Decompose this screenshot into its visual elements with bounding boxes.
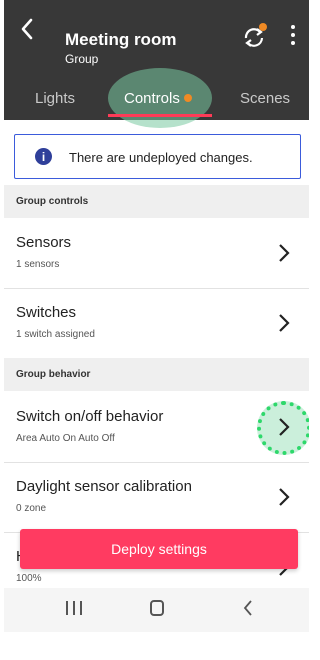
system-nav-bar	[4, 588, 309, 632]
chevron-right-icon	[279, 244, 290, 262]
deploy-settings-button[interactable]: Deploy settings	[20, 529, 298, 569]
back-button[interactable]	[14, 16, 40, 42]
notice-text: There are undeployed changes.	[69, 150, 253, 165]
item-subtitle: 1 switch assigned	[16, 329, 95, 340]
chevron-right-icon	[279, 488, 290, 506]
item-subtitle: 0 zone	[16, 503, 47, 514]
tab-notification-dot	[184, 94, 192, 102]
system-back-icon[interactable]	[242, 599, 254, 617]
home-icon[interactable]	[150, 600, 164, 616]
active-tab-indicator	[108, 114, 212, 117]
chevron-right-icon[interactable]	[277, 417, 291, 437]
item-title: Switches	[16, 304, 77, 321]
list-item-switches[interactable]: Switches 1 switch assigned	[4, 289, 309, 359]
section-label: Group behavior	[16, 369, 91, 380]
section-header-group-behavior: Group behavior	[4, 358, 309, 391]
bottom-padding	[4, 632, 309, 660]
page-subtitle: Group	[65, 52, 99, 66]
sync-icon[interactable]	[240, 22, 268, 50]
item-title: Switch on/off behavior	[16, 408, 164, 425]
list-item-sensors[interactable]: Sensors 1 sensors	[4, 219, 309, 289]
item-subtitle: Area Auto On Auto Off	[16, 433, 115, 444]
more-options-icon[interactable]	[284, 22, 302, 48]
item-title: Sensors	[16, 234, 72, 251]
app-header: Meeting room Group Lights Controls Scene…	[4, 0, 309, 128]
item-title: Daylight sensor calibration	[16, 478, 192, 495]
section-header-group-controls: Group controls	[4, 185, 309, 218]
back-arrow-icon	[21, 18, 33, 40]
undeployed-notice: i There are undeployed changes.	[14, 134, 301, 179]
recents-icon[interactable]	[66, 601, 82, 615]
list-item-daylight-calibration[interactable]: Daylight sensor calibration 0 zone	[4, 463, 309, 533]
tab-controls[interactable]: Controls	[124, 90, 180, 107]
tab-lights[interactable]: Lights	[35, 90, 75, 107]
app-frame: Meeting room Group Lights Controls Scene…	[4, 0, 309, 660]
info-icon: i	[35, 148, 52, 165]
section-label: Group controls	[16, 196, 89, 207]
page-title: Meeting room	[65, 30, 177, 49]
tab-scenes[interactable]: Scenes	[240, 90, 290, 107]
item-subtitle: 100%	[16, 573, 42, 584]
chevron-right-icon	[279, 314, 290, 332]
item-subtitle: 1 sensors	[16, 259, 60, 270]
